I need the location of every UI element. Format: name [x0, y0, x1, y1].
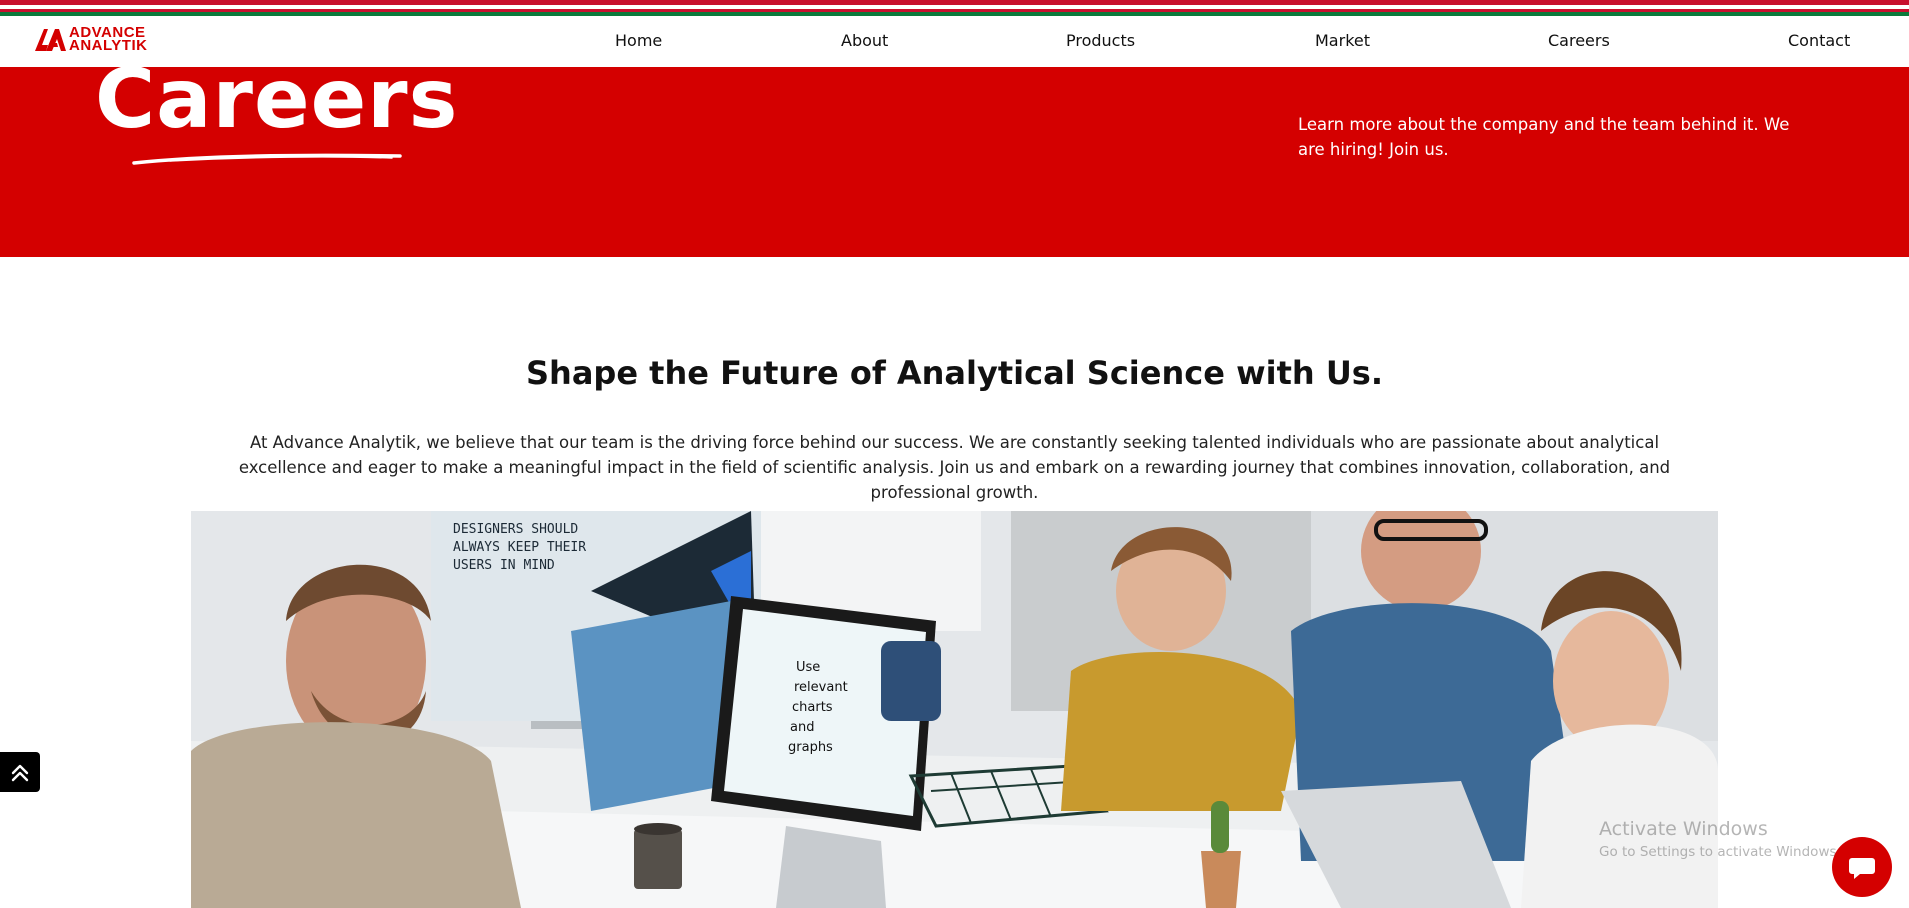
nav-market[interactable]: Market	[1315, 31, 1370, 50]
windows-activation-watermark: Activate Windows Go to Settings to activ…	[1599, 818, 1841, 860]
svg-text:relevant: relevant	[794, 680, 848, 695]
nav-about[interactable]: About	[841, 31, 888, 50]
hero-title: Careers	[95, 67, 459, 147]
nav-careers[interactable]: Careers	[1548, 31, 1610, 50]
chat-button[interactable]	[1832, 837, 1892, 897]
title-underline-swoosh	[132, 153, 402, 165]
svg-text:USERS IN MIND: USERS IN MIND	[453, 558, 555, 573]
svg-text:graphs: graphs	[788, 740, 833, 755]
scroll-to-top-button[interactable]	[0, 752, 40, 792]
nav-products[interactable]: Products	[1066, 31, 1135, 50]
photo-poster-text: DESIGNERS SHOULD	[453, 522, 578, 537]
section-intro: At Advance Analytik, we believe that our…	[238, 433, 1671, 502]
svg-text:charts: charts	[792, 700, 833, 715]
site-header: ADVANCE ANALYTIK Home About Products Mar…	[0, 16, 1909, 67]
watermark-line-2: Go to Settings to activate Windows.	[1599, 844, 1841, 860]
nav-contact[interactable]: Contact	[1788, 31, 1850, 50]
main-nav: Home About Products Market Careers Conta…	[0, 16, 1909, 67]
svg-text:and: and	[790, 720, 814, 735]
hero-description: Learn more about the company and the tea…	[1298, 115, 1790, 159]
section-headline: Shape the Future of Analytical Science w…	[525, 354, 1383, 392]
watermark-line-1: Activate Windows	[1599, 818, 1768, 840]
photo-screen-text: Use	[796, 660, 820, 675]
top-color-stripe	[0, 0, 1909, 16]
double-chevron-up-icon	[11, 764, 29, 782]
chat-bubble-icon	[1849, 858, 1875, 879]
svg-text:ALWAYS KEEP THEIR: ALWAYS KEEP THEIR	[453, 540, 586, 555]
team-office-photo: DESIGNERS SHOULD ALWAYS KEEP THEIR USERS…	[191, 511, 1718, 908]
careers-hero: Careers Learn more about the company and…	[0, 67, 1909, 257]
nav-home[interactable]: Home	[615, 31, 662, 50]
